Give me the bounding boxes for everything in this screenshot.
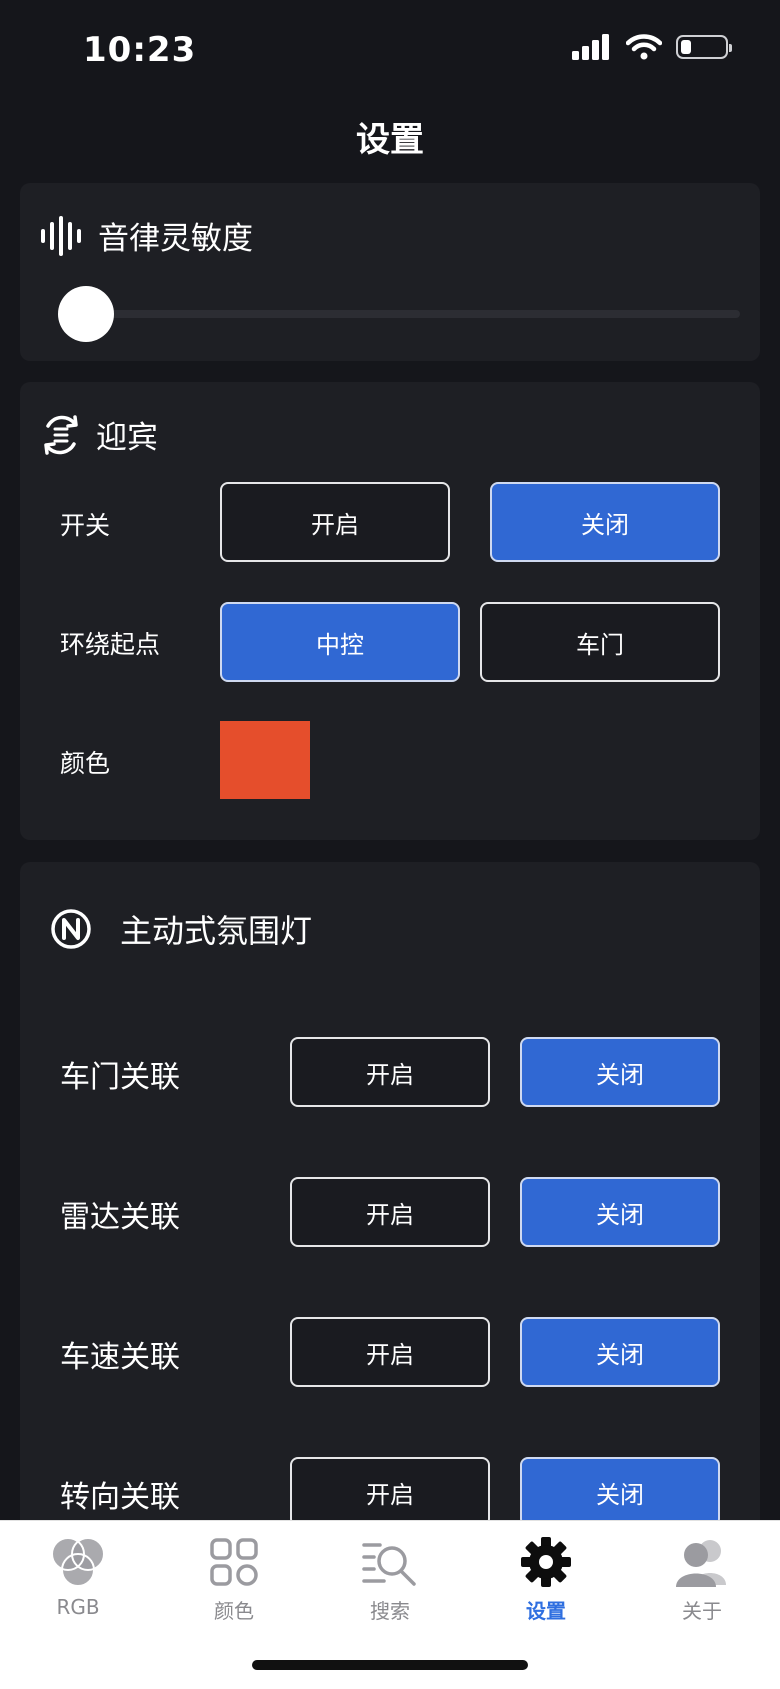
tab-label: 设置 — [526, 1599, 566, 1623]
ambient-header: 主动式氛围灯 — [50, 906, 312, 952]
welcome-header: 迎宾 — [40, 412, 158, 457]
welcome-color-label: 颜色 — [60, 749, 111, 778]
sound-wave-icon — [41, 215, 81, 256]
ambient-row-label: 车门关联 — [60, 1060, 180, 1095]
search-list-icon — [362, 1543, 416, 1586]
status-bar: 10:23 — [0, 0, 780, 100]
users-icon — [676, 1540, 726, 1587]
speed-link-on-button[interactable]: 开启 — [290, 1317, 490, 1387]
ambient-card: 主动式氛围灯 车门关联 开启 关闭 雷达关联 开启 关闭 车速关联 开启 关闭 … — [20, 862, 760, 1562]
ambient-row-label: 雷达关联 — [60, 1200, 180, 1235]
steering-link-on-button[interactable]: 开启 — [290, 1457, 490, 1527]
home-indicator — [252, 1660, 528, 1670]
n-circle-icon — [51, 909, 91, 949]
sensitivity-slider-thumb[interactable] — [58, 286, 114, 342]
tab-about[interactable]: 关于 — [624, 1535, 780, 1624]
ambient-row-label: 车速关联 — [60, 1340, 180, 1375]
wifi-icon — [626, 34, 662, 60]
tab-rgb[interactable]: RGB — [0, 1535, 156, 1619]
tab-color[interactable]: 颜色 — [156, 1535, 312, 1624]
speed-link-off-button[interactable]: 关闭 — [520, 1317, 720, 1387]
status-icons — [572, 34, 732, 60]
page-title: 设置 — [356, 120, 424, 160]
grid-icon — [210, 1538, 258, 1586]
cycle-list-icon — [44, 414, 78, 455]
sensitivity-title: 音律灵敏度 — [98, 221, 253, 257]
gear-icon — [521, 1537, 571, 1587]
welcome-color-swatch[interactable] — [220, 721, 310, 799]
battery-icon — [676, 35, 732, 59]
door-link-on-button[interactable]: 开启 — [290, 1037, 490, 1107]
status-time: 10:23 — [83, 30, 197, 70]
tab-label: RGB — [56, 1595, 100, 1619]
signal-icon — [572, 34, 609, 60]
welcome-switch-label: 开关 — [60, 511, 111, 540]
ambient-row-label: 转向关联 — [60, 1480, 180, 1515]
welcome-title: 迎宾 — [96, 420, 158, 456]
ambient-title: 主动式氛围灯 — [120, 912, 313, 950]
tab-settings[interactable]: 设置 — [468, 1535, 624, 1624]
door-link-off-button[interactable]: 关闭 — [520, 1037, 720, 1107]
tab-search[interactable]: 搜索 — [312, 1535, 468, 1624]
radar-link-off-button[interactable]: 关闭 — [520, 1177, 720, 1247]
start-point-center-button[interactable]: 中控 — [220, 602, 460, 682]
sensitivity-header: 音律灵敏度 — [40, 213, 253, 258]
radar-link-on-button[interactable]: 开启 — [290, 1177, 490, 1247]
steering-link-off-button[interactable]: 关闭 — [520, 1457, 720, 1527]
sensitivity-card: 音律灵敏度 — [20, 183, 760, 361]
tab-label: 关于 — [682, 1599, 722, 1623]
welcome-card: 迎宾 开关 开启 关闭 环绕起点 中控 车门 颜色 — [20, 382, 760, 840]
tab-label: 颜色 — [214, 1599, 254, 1623]
welcome-switch-on-button[interactable]: 开启 — [220, 482, 450, 562]
tab-label: 搜索 — [370, 1599, 410, 1623]
rgb-circles-icon — [51, 1537, 105, 1587]
welcome-start-point-label: 环绕起点 — [60, 630, 161, 659]
welcome-switch-off-button[interactable]: 关闭 — [490, 482, 720, 562]
sensitivity-slider-track[interactable] — [110, 310, 740, 318]
start-point-door-button[interactable]: 车门 — [480, 602, 720, 682]
